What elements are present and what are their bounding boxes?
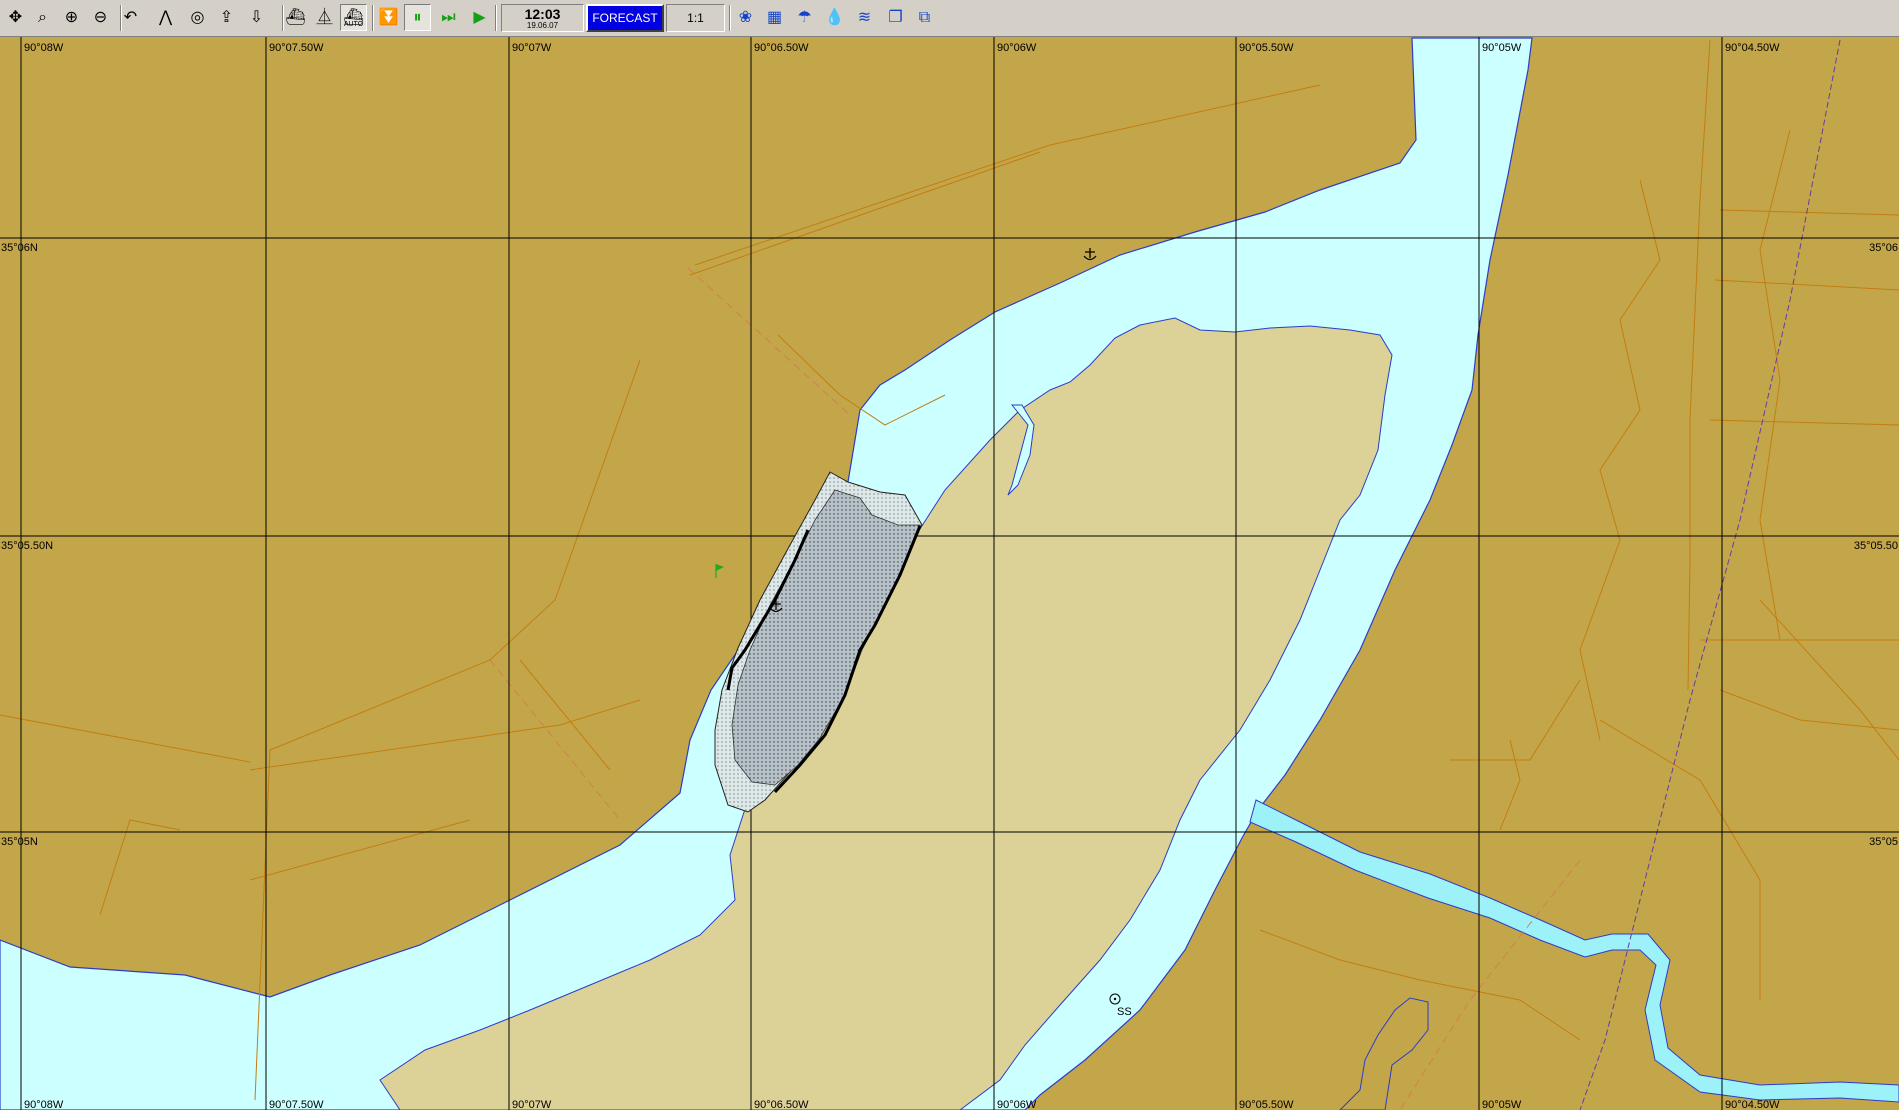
depth-grid-icon: ▦ [766, 8, 783, 26]
longitude-label-top: 90°05W [1482, 42, 1522, 54]
wind-icon: ☂ [797, 8, 812, 26]
import-icon: ⇩ [249, 8, 264, 26]
toolbar: ✥ ⌕ ⊕ ⊖ ↶ ⋀ ◎ ⇪ ⇩ ⛴ ⏅ ⛴ AUTO ⏬ ⏸ ⏭ ▶ ❀ ▦ ☂ 💧 ≋ ❐ ⧉ 12:03 19.06.… [0, 0, 1899, 37]
pause-button[interactable]: ⏸ [404, 4, 431, 31]
play-button[interactable]: ▶ [466, 4, 493, 31]
copy-button[interactable]: ❐ [882, 4, 909, 31]
select-arrows-button[interactable]: ✥ [2, 4, 29, 31]
ship-route-icon: ⛴ [285, 8, 306, 26]
zoom-in-button[interactable]: ⊕ [58, 4, 85, 31]
water-drops-button[interactable]: 💧 [821, 4, 848, 31]
longitude-label-bottom: 90°04.50W [1725, 1099, 1780, 1110]
longitude-label-top: 90°06W [997, 42, 1037, 54]
latitude-label-left: 35°05N [1, 836, 38, 848]
depth-grid-button[interactable]: ▦ [761, 4, 788, 31]
longitude-label-bottom: 90°07W [512, 1099, 552, 1110]
longitude-label-top: 90°07W [512, 42, 552, 54]
target-button[interactable]: ◎ [184, 4, 211, 31]
longitude-label-bottom: 90°06.50W [754, 1099, 809, 1110]
magnifier-window-icon: ⌕ [38, 8, 47, 26]
waves-button[interactable]: ≋ [851, 4, 878, 31]
longitude-label-bottom: 90°06W [997, 1099, 1037, 1110]
longitude-label-bottom: 90°07.50W [269, 1099, 324, 1110]
latitude-label-left: 35°05.50N [1, 540, 53, 552]
pause-icon: ⏸ [413, 8, 422, 26]
auto-label: AUTO [343, 21, 364, 28]
longitude-label-bottom: 90°05W [1482, 1099, 1522, 1110]
forecast-button[interactable]: FORECAST [586, 4, 664, 32]
compass-icon: ⋀ [158, 8, 173, 26]
separator [495, 5, 497, 31]
scale-display[interactable]: 1:1 [666, 4, 725, 32]
separator [372, 5, 374, 31]
play-icon: ▶ [473, 8, 486, 26]
import-button[interactable]: ⇩ [243, 4, 270, 31]
longitude-label-top: 90°06.50W [754, 42, 809, 54]
clock-date: 19.06.07 [526, 20, 559, 30]
latitude-label-right: 35°06 [1869, 242, 1898, 254]
waves-icon: ≋ [857, 8, 872, 26]
zoom-out-icon: ⊖ [93, 8, 108, 26]
skip-down-icon: ⏬ [378, 8, 399, 26]
select-arrows-icon: ✥ [8, 8, 23, 26]
windows-icon: ⧉ [918, 8, 931, 26]
clock-display: 12:03 19.06.07 [501, 4, 584, 32]
magnifier-window-button[interactable]: ⌕ [29, 4, 56, 31]
longitude-label-top: 90°04.50W [1725, 42, 1780, 54]
undo-icon: ↶ [123, 8, 138, 26]
fast-forward-icon: ⏭ [441, 8, 456, 26]
flow-vectors-button[interactable]: ❀ [732, 4, 759, 31]
latitude-label-right: 35°05.50 [1854, 540, 1898, 552]
windows-button[interactable]: ⧉ [911, 4, 938, 31]
target-icon: ◎ [190, 8, 205, 26]
longitude-label-bottom: 90°05.50W [1239, 1099, 1294, 1110]
ship-button[interactable]: ⏅ [311, 4, 338, 31]
clock-time: 12:03 [524, 5, 561, 22]
flow-vectors-icon: ❀ [738, 8, 753, 26]
export-button[interactable]: ⇪ [213, 4, 240, 31]
zoom-in-icon: ⊕ [64, 8, 79, 26]
spot-sounding-label: SS [1117, 1006, 1132, 1018]
longitude-label-top: 90°08W [24, 42, 64, 54]
wind-button[interactable]: ☂ [791, 4, 818, 31]
latitude-label-right: 35°05 [1869, 836, 1898, 848]
fast-forward-button[interactable]: ⏭ [435, 4, 462, 31]
separator [282, 5, 284, 31]
zoom-out-button[interactable]: ⊖ [87, 4, 114, 31]
export-icon: ⇪ [219, 8, 234, 26]
separator [120, 5, 122, 31]
separator [729, 5, 731, 31]
longitude-label-bottom: 90°08W [24, 1099, 64, 1110]
ship-icon: ⏅ [316, 8, 333, 26]
longitude-label-top: 90°05.50W [1239, 42, 1294, 54]
compass-button[interactable]: ⋀ [152, 4, 179, 31]
nautical-chart[interactable]: SS 90°08W 90°08W 90°07.50W 90°07.50W 90°07W 9… [0, 37, 1899, 1110]
ship-route-button[interactable]: ⛴ [282, 4, 309, 31]
longitude-label-top: 90°07.50W [269, 42, 324, 54]
water-drops-icon: 💧 [824, 8, 845, 26]
auto-ship-button[interactable]: ⛴ AUTO [340, 4, 367, 31]
copy-icon: ❐ [888, 8, 903, 26]
skip-down-button[interactable]: ⏬ [375, 4, 402, 31]
latitude-label-left: 35°06N [1, 242, 38, 254]
